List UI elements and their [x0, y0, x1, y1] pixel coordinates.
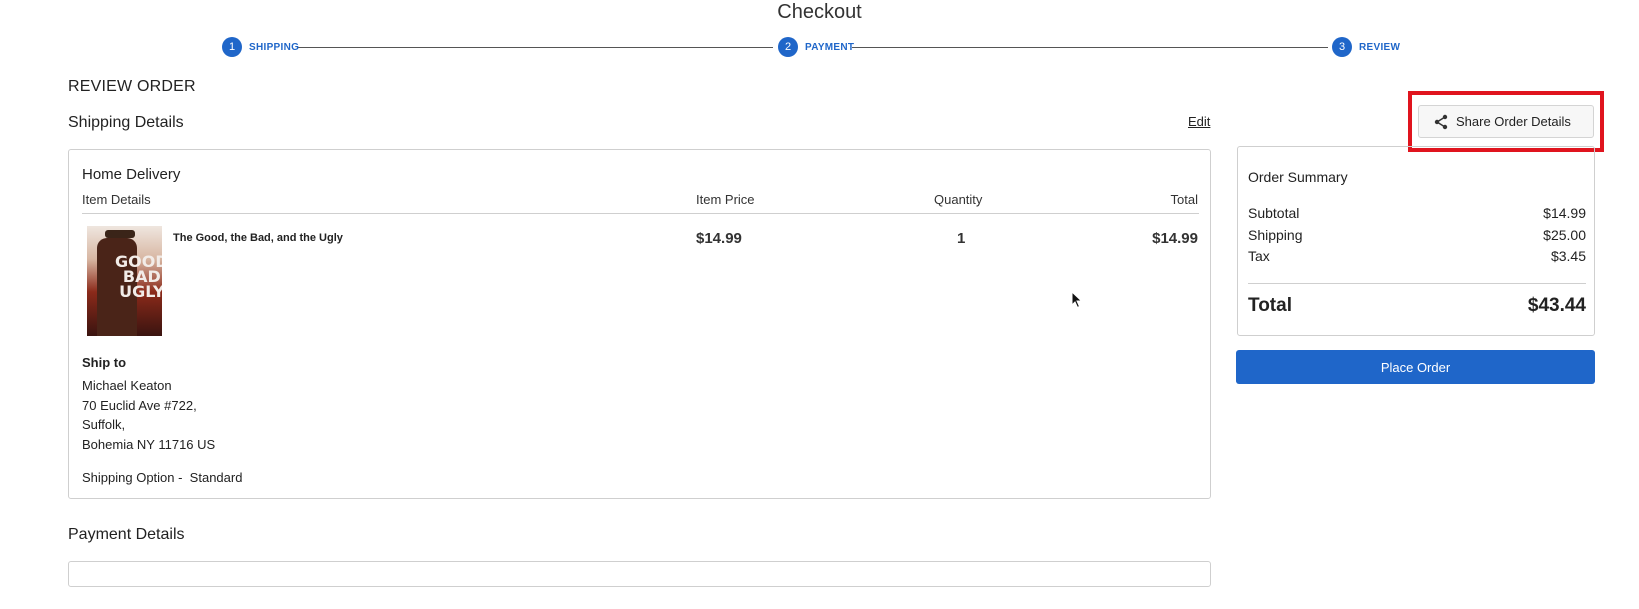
address-line: 70 Euclid Ave #722,: [82, 398, 197, 413]
summary-row-shipping: Shipping $25.00: [1248, 227, 1586, 243]
step-review[interactable]: 3 REVIEW: [1332, 37, 1400, 57]
col-quantity: Quantity: [934, 192, 983, 207]
mouse-cursor-icon: [1071, 291, 1083, 309]
shipping-details-card: Home Delivery Item Details Item Price Qu…: [68, 149, 1211, 499]
summary-label: Tax: [1248, 248, 1270, 264]
step-label: REVIEW: [1359, 41, 1401, 53]
share-button-label: Share Order Details: [1456, 114, 1571, 129]
summary-divider: [1248, 283, 1586, 284]
edit-shipping-link[interactable]: Edit: [1188, 114, 1210, 129]
step-payment[interactable]: 2 PAYMENT: [778, 37, 854, 57]
item-total: $14.99: [1152, 230, 1198, 247]
summary-label: Subtotal: [1248, 205, 1300, 221]
share-order-details-button[interactable]: Share Order Details: [1418, 105, 1594, 138]
order-summary-card: Order Summary Subtotal $14.99 Shipping $…: [1237, 146, 1595, 336]
summary-value: $25.00: [1543, 227, 1586, 243]
payment-details-card: [68, 561, 1211, 587]
delivery-type-title: Home Delivery: [82, 166, 181, 183]
review-order-heading: REVIEW ORDER: [68, 78, 196, 95]
step-shipping[interactable]: 1 SHIPPING: [222, 37, 299, 57]
share-icon: [1434, 114, 1448, 129]
checkout-stepper: 1 SHIPPING 2 PAYMENT 3 REVIEW: [222, 37, 1430, 57]
col-total: Total: [1170, 192, 1198, 207]
item-quantity: 1: [957, 230, 966, 247]
ship-to-label: Ship to: [82, 355, 127, 370]
summary-row-subtotal: Subtotal $14.99: [1248, 205, 1586, 221]
address-line: Bohemia NY 11716 US: [82, 437, 216, 452]
step-number: 1: [222, 37, 242, 57]
stepper-connector: [297, 47, 773, 48]
address-line: Michael Keaton: [82, 378, 172, 393]
shipping-option: Shipping Option - Standard: [82, 470, 243, 485]
step-label: PAYMENT: [805, 41, 855, 53]
step-number: 2: [778, 37, 798, 57]
item-price: $14.99: [696, 230, 742, 247]
order-summary-title: Order Summary: [1248, 169, 1348, 185]
summary-value: $14.99: [1543, 205, 1586, 221]
stepper-connector: [852, 47, 1328, 48]
summary-total: Total $43.44: [1248, 295, 1586, 317]
place-order-button[interactable]: Place Order: [1236, 350, 1595, 384]
col-item-price: Item Price: [696, 192, 755, 207]
shipping-details-heading: Shipping Details: [68, 114, 184, 131]
item-name: The Good, the Bad, and the Ugly: [173, 232, 343, 244]
step-label: SHIPPING: [249, 41, 300, 53]
address-line: Suffolk,: [82, 417, 126, 432]
summary-row-tax: Tax $3.45: [1248, 248, 1586, 264]
total-value: $43.44: [1527, 295, 1586, 316]
product-poster-image: GOOD BAD UGLY: [87, 226, 162, 336]
summary-value: $3.45: [1550, 248, 1586, 264]
col-item-details: Item Details: [82, 192, 151, 207]
summary-label: Shipping: [1248, 227, 1303, 243]
total-label: Total: [1248, 295, 1292, 316]
payment-details-heading: Payment Details: [68, 526, 185, 543]
poster-title-art: GOOD BAD UGLY: [115, 252, 162, 301]
page-title: Checkout: [777, 1, 862, 23]
step-number: 3: [1332, 37, 1352, 57]
header-divider: [82, 213, 1199, 214]
